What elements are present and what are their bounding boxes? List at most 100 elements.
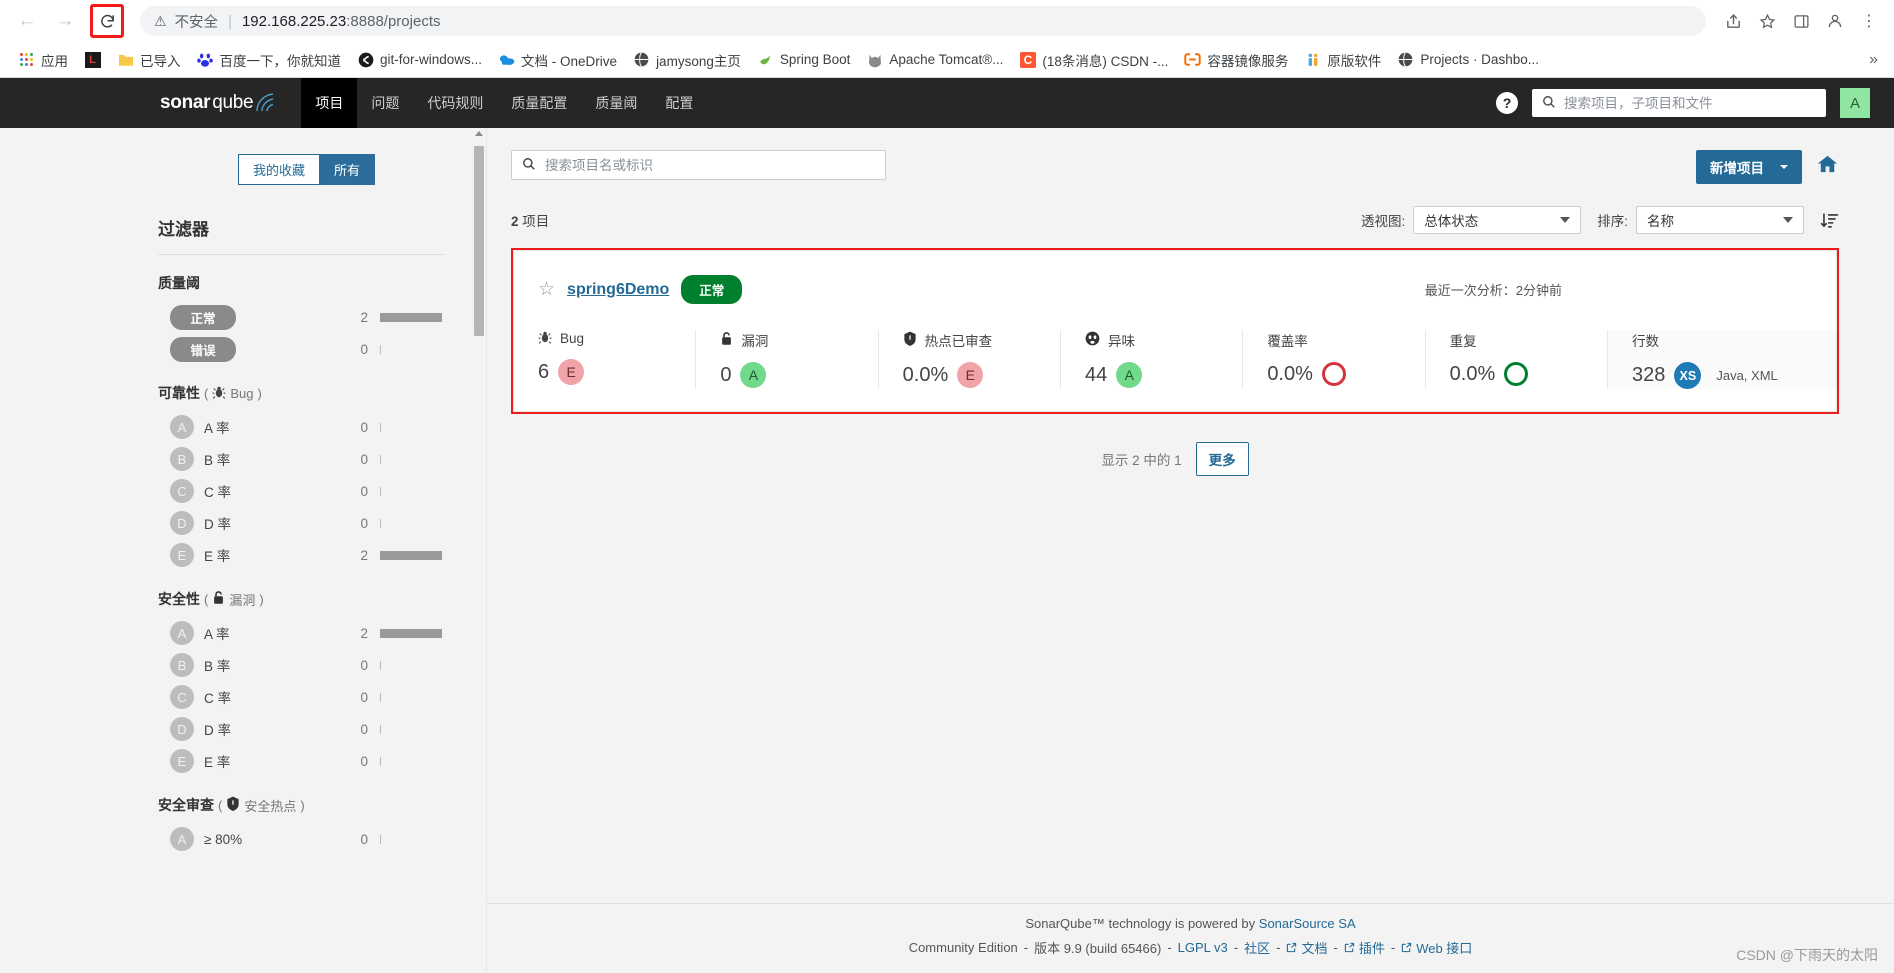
facet-row[interactable]: C C 率 0: [158, 475, 446, 507]
chrome-menu-icon[interactable]: ⋮: [1854, 6, 1884, 36]
facet-row[interactable]: B B 率 0: [158, 443, 446, 475]
project-search[interactable]: [511, 150, 886, 180]
facet-row[interactable]: D D 率 0: [158, 713, 446, 745]
facet-count: 0: [360, 341, 368, 357]
profile-avatar-icon[interactable]: [1820, 6, 1850, 36]
aliyun-acr-icon: [1184, 51, 1202, 68]
bookmark-item[interactable]: Apache Tomcat®...: [858, 47, 1011, 72]
facet-bar: [380, 344, 381, 354]
bookmark-item[interactable]: jamysong主页: [625, 46, 749, 74]
facet-label: D 率: [204, 517, 231, 532]
baidu-paw-icon: [197, 51, 214, 68]
home-icon[interactable]: [1816, 153, 1839, 182]
bookmark-item[interactable]: 原版软件: [1296, 46, 1389, 74]
bookmark-label: 容器镜像服务: [1207, 53, 1289, 69]
star-outline-icon[interactable]: ☆: [538, 280, 555, 299]
sort-select[interactable]: 名称: [1636, 206, 1804, 234]
load-more-button[interactable]: 更多: [1195, 442, 1249, 476]
facet-row[interactable]: 错误 0: [158, 333, 446, 365]
footer-link[interactable]: LGPL v3: [1178, 940, 1228, 955]
sort-descending-icon[interactable]: [1820, 211, 1839, 230]
facet-row[interactable]: C C 率 0: [158, 681, 446, 713]
footer-link[interactable]: 文档: [1286, 938, 1328, 957]
address-bar[interactable]: ⚠ 不安全 | 192.168.225.23:8888/projects: [140, 6, 1706, 36]
metric-cell-lines[interactable]: 行数 328 XS Java, XML: [1607, 330, 1836, 389]
scroll-up-arrow-icon[interactable]: [475, 131, 483, 136]
nav-item-projects[interactable]: 项目: [301, 78, 358, 128]
coverage-ring-icon: [1321, 362, 1346, 386]
global-search[interactable]: [1532, 89, 1826, 117]
bookmark-item[interactable]: C (18条消息) CSDN -...: [1011, 46, 1176, 74]
metric-value-group: 44 A: [1085, 362, 1218, 388]
facet-row[interactable]: E E 率 0: [158, 745, 446, 777]
metric-cell-duplication[interactable]: 重复 0.0%: [1426, 330, 1608, 389]
sonarqube-logo[interactable]: sonar qube: [160, 92, 277, 114]
facet-bar: [380, 486, 381, 496]
facet-count: 0: [360, 657, 368, 673]
project-card[interactable]: ☆ spring6Demo 正常 最近一次分析：2分钟前 Bug 6 E 漏洞 0 A 热点…: [513, 250, 1837, 412]
bookmark-item[interactable]: git-for-windows...: [349, 47, 490, 72]
facet-row[interactable]: E E 率 2: [158, 539, 446, 571]
back-button[interactable]: ←: [10, 4, 44, 38]
bookmarks-overflow-button[interactable]: »: [1861, 51, 1886, 69]
facet-title: 安全性(漏洞): [158, 589, 446, 609]
bookmark-star-icon[interactable]: [1752, 6, 1782, 36]
footer-link[interactable]: 插件: [1344, 938, 1385, 957]
nav-item-link[interactable]: 质量阈: [581, 78, 651, 128]
metric-label: 行数: [1632, 330, 1812, 350]
lock-icon: [212, 590, 225, 608]
facet-row[interactable]: A ≥ 80% 0: [158, 823, 446, 855]
global-search-input[interactable]: [1564, 95, 1816, 111]
facet-row[interactable]: D D 率 0: [158, 507, 446, 539]
sort-label: 排序:: [1597, 214, 1628, 229]
metric-label-text: 覆盖率: [1267, 334, 1308, 349]
bookmark-item[interactable]: 应用: [10, 46, 76, 74]
bookmark-item[interactable]: Spring Boot: [749, 47, 859, 72]
bookmark-item[interactable]: Projects · Dashbo...: [1389, 47, 1547, 72]
share-icon[interactable]: [1718, 6, 1748, 36]
metric-cell[interactable]: 漏洞 0 A: [696, 330, 879, 389]
facet-row[interactable]: A A 率 2: [158, 617, 446, 649]
user-avatar[interactable]: A: [1840, 88, 1870, 118]
project-name-link[interactable]: spring6Demo: [567, 281, 669, 299]
nav-item-link[interactable]: 问题: [357, 78, 413, 128]
bookmark-item[interactable]: 文档 - OneDrive: [490, 46, 625, 74]
facet-subtitle-text: 安全热点: [244, 798, 297, 814]
project-search-input[interactable]: [545, 157, 875, 173]
facet-title: 质量阈: [158, 273, 446, 293]
forward-button[interactable]: →: [48, 4, 82, 38]
sidebar-scrollbar[interactable]: [472, 128, 486, 973]
perspective-select[interactable]: 总体状态: [1413, 206, 1582, 234]
sonarsource-link[interactable]: SonarSource SA: [1259, 916, 1356, 931]
bookmark-label: 原版软件: [1327, 53, 1382, 69]
metric-cell[interactable]: 热点已审查 0.0% E: [879, 330, 1061, 389]
bookmark-item[interactable]: 已导入: [109, 46, 189, 74]
add-project-button[interactable]: 新增项目: [1696, 150, 1802, 184]
bookmark-item[interactable]: 容器镜像服务: [1176, 46, 1296, 74]
reload-button[interactable]: [90, 4, 124, 38]
facet-row[interactable]: B B 率 0: [158, 649, 446, 681]
page-footer: SonarQube™ technology is powered by Sona…: [487, 903, 1894, 973]
footer-link[interactable]: Web 接口: [1401, 938, 1472, 957]
sonarqube-header: sonarqube 项目问题代码规则质量配置质量阈配置 ? A: [0, 78, 1894, 128]
metric-cell[interactable]: 异味 44 A: [1061, 330, 1244, 389]
facet-row[interactable]: 正常 2: [158, 301, 446, 333]
nav-item-link[interactable]: 配置: [651, 78, 707, 128]
filter-favorites-button[interactable]: 我的收藏: [238, 154, 320, 185]
bookmark-item[interactable]: L: [76, 47, 109, 72]
sidebar-toggle-icon[interactable]: [1786, 6, 1816, 36]
facet-row[interactable]: A A 率 0: [158, 411, 446, 443]
metric-label: 覆盖率: [1267, 330, 1400, 350]
nav-item-link[interactable]: 质量配置: [497, 78, 581, 128]
footer-link[interactable]: 社区: [1244, 938, 1270, 957]
metric-cell-coverage[interactable]: 覆盖率 0.0%: [1243, 330, 1426, 389]
scrollbar-thumb[interactable]: [474, 146, 484, 336]
metric-cell[interactable]: Bug 6 E: [514, 330, 697, 389]
filter-all-button[interactable]: 所有: [319, 154, 376, 185]
nav-item-link[interactable]: 代码规则: [413, 78, 497, 128]
bookmark-item[interactable]: 百度一下，你就知道: [189, 46, 350, 74]
facet-count: 2: [360, 547, 368, 563]
help-icon[interactable]: ?: [1496, 92, 1518, 114]
projects-toolbar: 2 项目 透视图: 总体状态 排序: 名称: [511, 206, 1839, 234]
facet-title: 安全审查(安全热点): [158, 795, 446, 815]
